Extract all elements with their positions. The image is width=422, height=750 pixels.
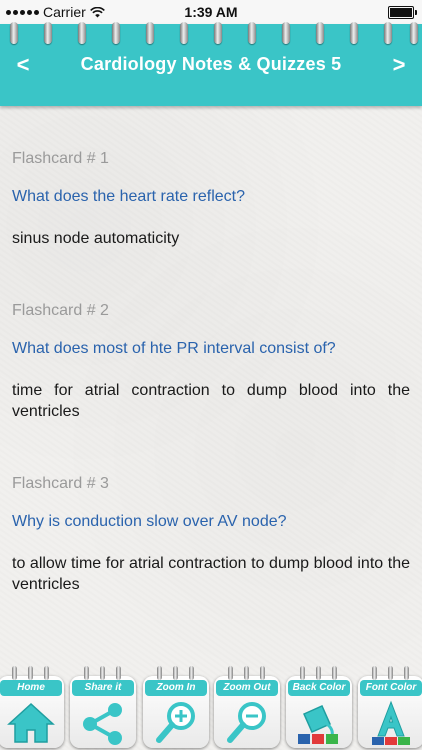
bottom-toolbar: Home Share it Zoom In Zoom Out Back Colo… [0,664,422,750]
zoom-out-icon [227,702,266,743]
flashcard-item: Flashcard # 1 What does the heart rate r… [12,150,410,249]
flashcard-question: What does the heart rate reflect? [12,188,246,205]
zoom-out-button[interactable]: Zoom Out [214,666,280,748]
flashcard-answer: sinus node automaticity [12,230,180,247]
status-bar: Carrier 1:39 AM [0,0,422,24]
flashcard-label: Flashcard # 3 [12,475,109,492]
flashcard-item: Flashcard # 2 What does most of hte PR i… [12,302,410,422]
zoom-out-label: Zoom Out [216,680,278,696]
flashcard-item: Flashcard # 3 Why is conduction slow ove… [12,475,410,595]
flashcard-answer: time for atrial contraction to dump bloo… [12,382,410,420]
share-label: Share it [72,680,134,696]
back-color-label: Back Color [288,680,350,696]
previous-button[interactable]: < [8,50,38,80]
zoom-in-label: Zoom In [145,680,207,696]
flashcard-question: Why is conduction slow over AV node? [12,513,287,530]
font-color-label: Font Color [360,680,422,696]
font-color-button[interactable]: Font Color [358,666,422,748]
flashcard-label: Flashcard # 2 [12,302,109,319]
binder-rings [0,22,422,52]
font-letter-icon [372,700,410,745]
zoom-in-icon [156,702,195,743]
status-time: 1:39 AM [184,4,238,20]
flashcard-label: Flashcard # 1 [12,150,109,167]
header-bar: < Cardiology Notes & Quizzes 5 > [0,22,422,106]
battery-icon [388,6,417,19]
share-icon [83,703,122,745]
flashcard-question: What does most of hte PR interval consis… [12,340,336,357]
home-label: Home [0,680,62,696]
next-button[interactable]: > [384,50,414,80]
home-icon [7,702,55,743]
flashcard-answer: to allow time for atrial contraction to … [12,555,410,593]
page-title: Cardiology Notes & Quizzes 5 [80,54,342,74]
paint-bucket-icon [298,705,338,744]
home-button[interactable]: Home [0,666,64,748]
back-color-button[interactable]: Back Color [286,666,352,748]
flashcard-list: Flashcard # 1 What does the heart rate r… [12,140,410,595]
zoom-in-button[interactable]: Zoom In [143,666,209,748]
share-button[interactable]: Share it [70,666,136,748]
